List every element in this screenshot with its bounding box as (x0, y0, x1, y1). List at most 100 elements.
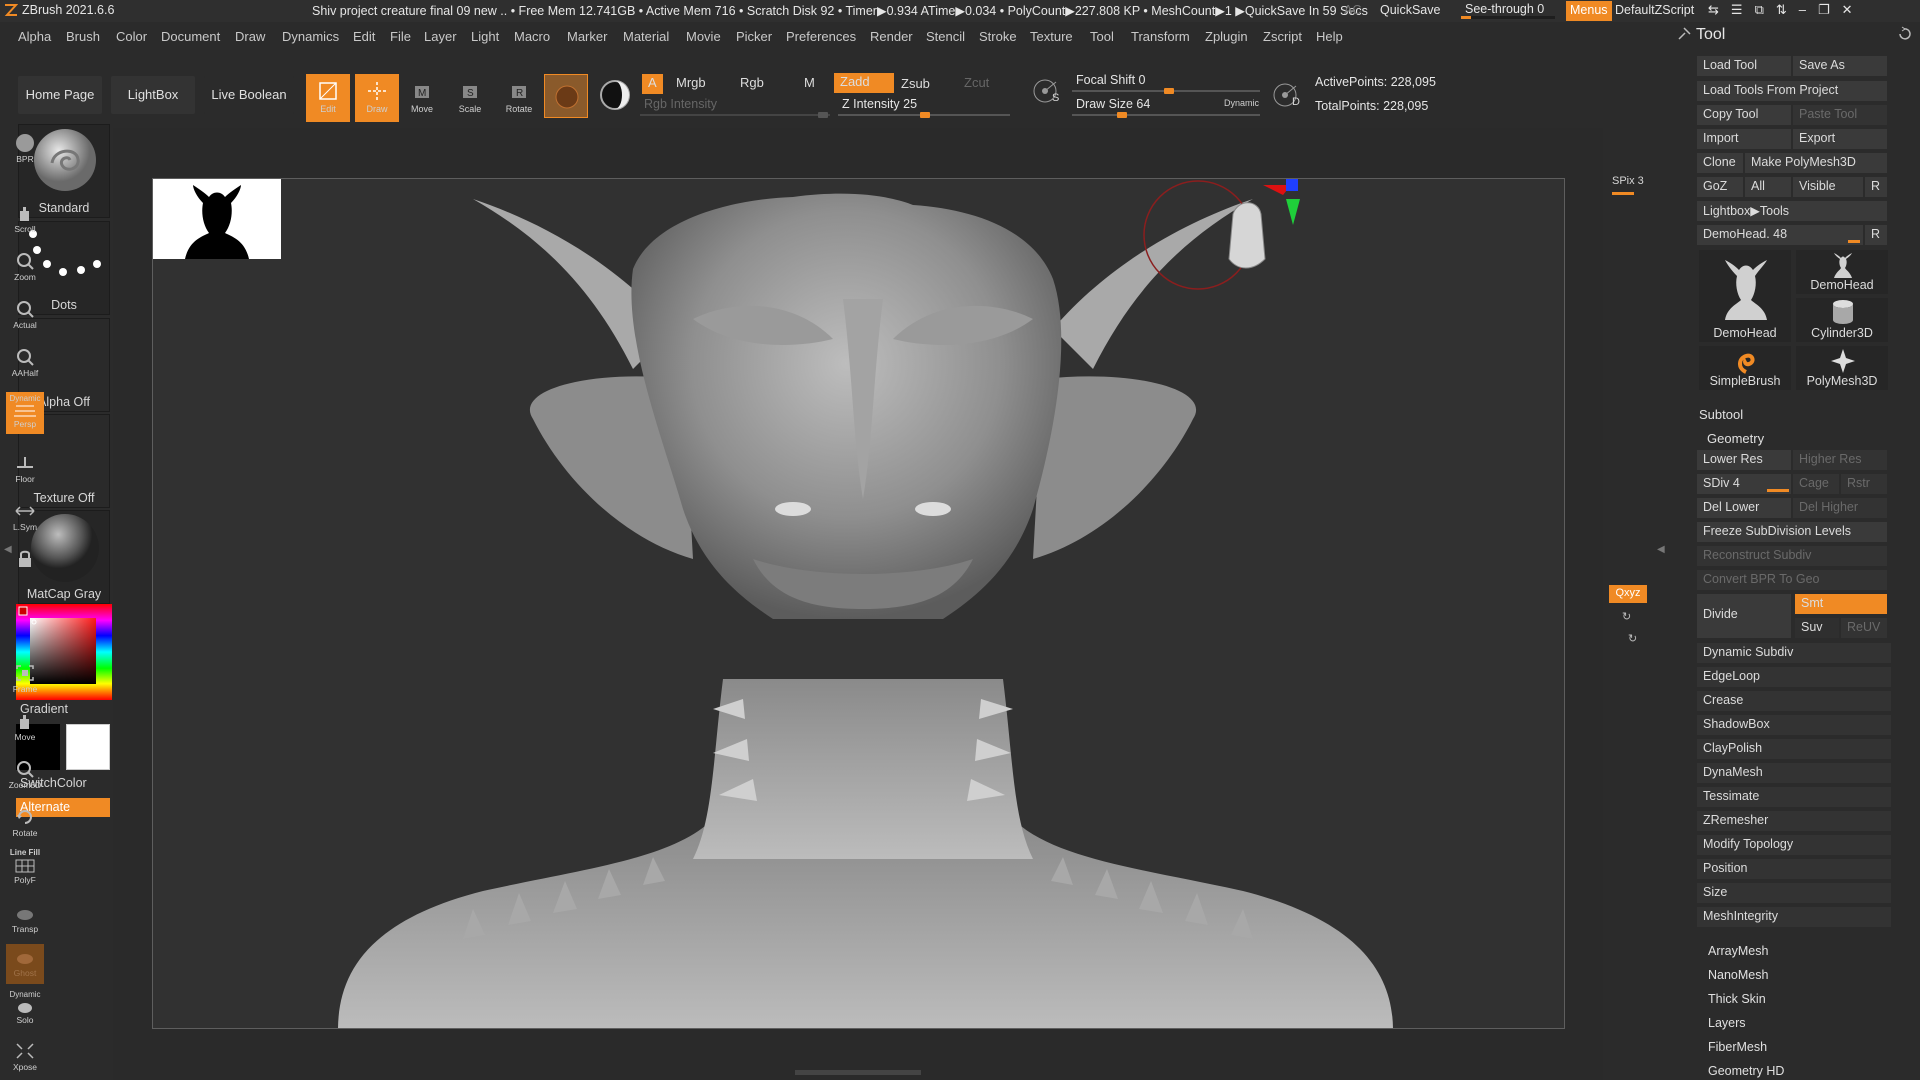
menu-layer[interactable]: Layer (424, 29, 457, 44)
subtool-section[interactable]: Subtool (1699, 407, 1920, 422)
save-as-button[interactable]: Save As (1793, 56, 1887, 76)
geometry-section[interactable]: Geometry (1707, 431, 1920, 446)
menu-stroke[interactable]: Stroke (979, 29, 1017, 44)
del-higher-button[interactable]: Del Higher (1793, 498, 1887, 518)
edit-mode-button[interactable]: Edit (306, 74, 350, 122)
frame-button[interactable]: Frame (6, 660, 44, 700)
draw-size-slider[interactable]: Draw Size 64 Dynamic (1072, 96, 1262, 118)
lightbox-button[interactable]: LightBox (111, 76, 195, 114)
goz-button[interactable]: GoZ (1697, 177, 1743, 197)
palette-pin-icon[interactable] (1676, 26, 1692, 42)
canvas-bottom-handle[interactable] (795, 1070, 921, 1075)
menu-brush[interactable]: Brush (66, 29, 100, 44)
zoom3d-button[interactable]: Zoom3D (6, 756, 44, 796)
layers-section[interactable]: Layers (1708, 1016, 1746, 1030)
import-button[interactable]: Import (1697, 129, 1791, 149)
live-boolean-button[interactable]: Live Boolean (204, 76, 294, 114)
see-through-slider[interactable]: See-through 0 (1461, 1, 1555, 21)
tessimate-item[interactable]: Tessimate (1697, 787, 1891, 807)
tool-cylinder3d[interactable]: Cylinder3D (1796, 298, 1888, 342)
dynamic-subdiv-item[interactable]: Dynamic Subdiv (1697, 643, 1891, 663)
quicksave-button[interactable]: QuickSave (1380, 3, 1440, 17)
z-intensity-slider[interactable]: Z Intensity 25 (838, 97, 1013, 118)
rotate-y-icon[interactable]: ↻ (1622, 610, 1631, 623)
sdiv-slider[interactable]: SDiv 4 (1697, 474, 1791, 494)
default-zscript-button[interactable]: DefaultZScript (1615, 3, 1694, 17)
menu-stencil[interactable]: Stencil (926, 29, 965, 44)
menu-document[interactable]: Document (161, 29, 220, 44)
freeze-subdivision-button[interactable]: Freeze SubDivision Levels (1697, 522, 1887, 542)
menu-alpha[interactable]: Alpha (18, 29, 51, 44)
make-polymesh-button[interactable]: Make PolyMesh3D (1745, 153, 1887, 173)
document-viewport[interactable] (152, 178, 1565, 1029)
d-circle-button[interactable]: D (1272, 80, 1302, 110)
rstr-button[interactable]: Rstr (1841, 474, 1887, 494)
size-item[interactable]: Size (1697, 883, 1891, 903)
meshintegrity-item[interactable]: MeshIntegrity (1697, 907, 1891, 927)
scroll-button[interactable]: Scroll (6, 200, 44, 240)
swap-icon[interactable]: ⇅ (1776, 2, 1787, 18)
lightbox-tools-button[interactable]: Lightbox▶Tools (1697, 201, 1887, 221)
menu-draw[interactable]: Draw (235, 29, 265, 44)
close-icon[interactable]: ✕ (1842, 2, 1853, 18)
material-sphere-button[interactable] (544, 74, 588, 118)
goz-visible-button[interactable]: Visible (1793, 177, 1863, 197)
cage-button[interactable]: Cage (1793, 474, 1839, 494)
menu-macro[interactable]: Macro (514, 29, 550, 44)
zoom-button[interactable]: Zoom (6, 248, 44, 288)
creature-sculpt[interactable] (153, 179, 1565, 1029)
goz-all-button[interactable]: All (1745, 177, 1791, 197)
smt-toggle[interactable]: Smt (1795, 594, 1887, 614)
right-collapse-icon[interactable]: ◀ (1657, 544, 1665, 555)
claypolish-item[interactable]: ClayPolish (1697, 739, 1891, 759)
zadd-toggle[interactable]: Zadd (834, 73, 894, 93)
menu-transform[interactable]: Transform (1131, 29, 1190, 44)
modify-topology-item[interactable]: Modify Topology (1697, 835, 1891, 855)
menu-dynamics[interactable]: Dynamics (282, 29, 339, 44)
menu-render[interactable]: Render (870, 29, 913, 44)
rotate-view-button[interactable]: Rotate (6, 804, 44, 844)
move-mode-button[interactable]: M Move (400, 74, 444, 122)
draw-mode-button[interactable]: Draw (355, 74, 399, 122)
layout-icon[interactable]: ☰ (1731, 2, 1743, 18)
rgb-intensity-slider[interactable]: Rgb Intensity (640, 97, 835, 118)
menu-help[interactable]: Help (1316, 29, 1343, 44)
higher-res-button[interactable]: Higher Res (1793, 450, 1887, 470)
color-sphere-button[interactable] (598, 78, 632, 112)
actual-button[interactable]: Actual (6, 296, 44, 336)
menu-edit[interactable]: Edit (353, 29, 375, 44)
lock-button[interactable] (6, 546, 44, 586)
xyz-button[interactable]: Qxyz (1609, 585, 1647, 603)
menu-picker[interactable]: Picker (736, 29, 772, 44)
solo-button[interactable]: Dynamic Solo (6, 990, 44, 1030)
crease-item[interactable]: Crease (1697, 691, 1891, 711)
demohead-slider[interactable]: DemoHead. 48 (1697, 225, 1863, 245)
load-tools-from-project-button[interactable]: Load Tools From Project (1697, 81, 1887, 101)
tool-demohead-small[interactable]: DemoHead (1796, 250, 1888, 294)
menu-light[interactable]: Light (471, 29, 499, 44)
navigation-gizmo[interactable] (1143, 179, 1343, 309)
lsym-button[interactable]: L.Sym (6, 498, 44, 538)
mrgb-toggle[interactable]: Mrgb (670, 74, 712, 94)
ghost-button[interactable]: Ghost (6, 944, 44, 984)
dynamic-label[interactable]: Dynamic (1224, 98, 1259, 108)
menu-movie[interactable]: Movie (686, 29, 721, 44)
restore-layout-icon[interactable]: ⧉ (1755, 2, 1764, 18)
menu-zscript[interactable]: Zscript (1263, 29, 1302, 44)
bpr-button[interactable]: BPR (6, 130, 44, 170)
demohead-r-button[interactable]: R (1865, 225, 1887, 245)
divide-button[interactable]: Divide (1697, 594, 1791, 638)
spix-slider[interactable]: SPix 3 (1612, 175, 1644, 187)
position-item[interactable]: Position (1697, 859, 1891, 879)
reuv-toggle[interactable]: ReUV (1841, 618, 1887, 638)
suv-toggle[interactable]: Suv (1795, 618, 1839, 638)
tool-simplebrush[interactable]: SimpleBrush (1699, 346, 1791, 390)
zremesher-item[interactable]: ZRemesher (1697, 811, 1891, 831)
scale-mode-button[interactable]: S Scale (448, 74, 492, 122)
menu-color[interactable]: Color (116, 29, 147, 44)
s-circle-button[interactable]: S (1032, 76, 1062, 106)
fibermesh-section[interactable]: FiberMesh (1708, 1040, 1767, 1054)
nanomesh-section[interactable]: NanoMesh (1708, 968, 1768, 982)
aahalf-button[interactable]: AAHalf (6, 344, 44, 384)
dynamesh-item[interactable]: DynaMesh (1697, 763, 1891, 783)
